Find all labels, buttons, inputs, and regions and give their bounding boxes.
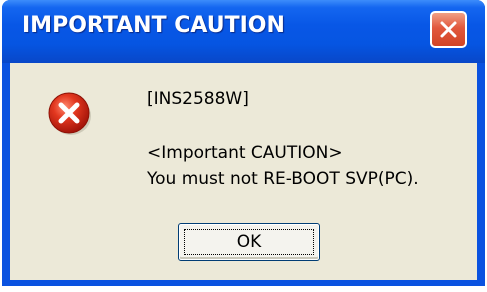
title-bar[interactable]: IMPORTANT CAUTION <box>2 0 485 63</box>
ok-button-label: OK <box>236 232 262 252</box>
dialog-body: [INS2588W] <Important CAUTION> You must … <box>10 63 477 280</box>
message-code: [INS2588W] <box>147 89 249 109</box>
close-button[interactable] <box>430 11 467 48</box>
dialog-title: IMPORTANT CAUTION <box>22 13 285 38</box>
close-icon <box>440 21 457 38</box>
message-text: You must not RE-BOOT SVP(PC). <box>147 169 419 189</box>
dialog-window: IMPORTANT CAUTION [INS2588W] <Important … <box>2 0 485 286</box>
error-icon <box>48 92 91 135</box>
message-heading: <Important CAUTION> <box>147 143 343 163</box>
ok-button[interactable]: OK <box>178 223 320 261</box>
